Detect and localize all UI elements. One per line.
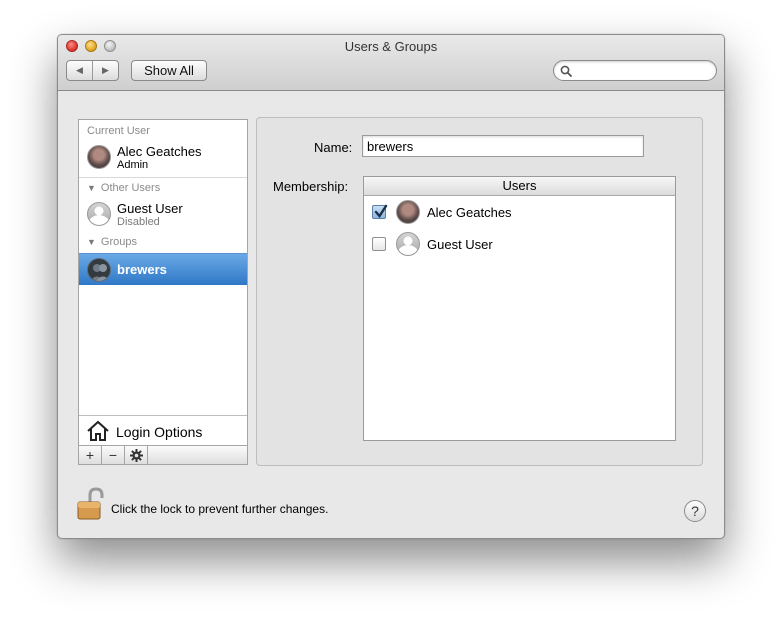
avatar bbox=[87, 145, 111, 169]
users-sidebar: Current User Alec Geatches Admin ▼ Other … bbox=[78, 119, 248, 465]
help-button[interactable]: ? bbox=[684, 500, 706, 522]
login-options-label: Login Options bbox=[116, 424, 203, 440]
avatar bbox=[87, 202, 111, 226]
divider bbox=[79, 177, 247, 178]
name-label: Name: bbox=[314, 140, 353, 155]
house-icon bbox=[87, 420, 109, 441]
group-name-input[interactable] bbox=[363, 136, 643, 156]
action-gear-button[interactable] bbox=[125, 446, 148, 464]
member-row: Alec Geatches bbox=[364, 197, 675, 227]
back-forward-control: ◀ ▶ bbox=[66, 60, 119, 81]
lock-message: Click the lock to prevent further change… bbox=[111, 502, 329, 516]
other-users-header[interactable]: ▼ Other Users bbox=[87, 182, 160, 194]
column-header-users[interactable]: Users bbox=[364, 177, 675, 196]
section-label: Groups bbox=[100, 236, 137, 248]
disclosure-triangle-icon[interactable]: ▼ bbox=[87, 237, 96, 247]
login-options-item[interactable]: Login Options bbox=[79, 415, 247, 445]
show-all-button[interactable]: Show All bbox=[131, 60, 207, 81]
checkmark-icon bbox=[374, 204, 388, 218]
membership-list: Users Alec Geatches Guest User bbox=[363, 176, 676, 441]
disclosure-triangle-icon[interactable]: ▼ bbox=[87, 183, 96, 193]
sidebar-item-guest-user[interactable]: Guest User Disabled bbox=[79, 198, 247, 230]
sidebar-item-group-brewers[interactable]: brewers bbox=[79, 253, 247, 285]
lock-button[interactable] bbox=[76, 487, 106, 521]
group-icon bbox=[87, 258, 111, 282]
sidebar-toolbar: + − bbox=[79, 445, 247, 464]
user-name: Alec Geatches bbox=[117, 144, 202, 159]
back-button[interactable]: ◀ bbox=[67, 61, 92, 80]
preferences-window: Users & Groups ◀ ▶ Show All Current User… bbox=[57, 34, 725, 539]
sidebar-item-current-user[interactable]: Alec Geatches Admin bbox=[79, 141, 247, 173]
membership-label: Membership: bbox=[273, 179, 349, 194]
unlocked-padlock-icon bbox=[77, 487, 104, 520]
title-bar: Users & Groups ◀ ▶ Show All bbox=[58, 35, 724, 91]
section-label: Other Users bbox=[100, 182, 161, 194]
groups-header[interactable]: ▼ Groups bbox=[87, 236, 137, 248]
gear-icon bbox=[129, 448, 143, 462]
member-checkbox[interactable] bbox=[372, 204, 388, 219]
user-status: Disabled bbox=[117, 216, 160, 228]
search-box[interactable] bbox=[553, 60, 717, 81]
forward-button[interactable]: ▶ bbox=[92, 61, 118, 80]
member-name: Guest User bbox=[427, 237, 493, 252]
avatar bbox=[396, 232, 420, 256]
member-row: Guest User bbox=[364, 229, 675, 259]
avatar bbox=[396, 200, 420, 224]
group-name: brewers bbox=[117, 262, 167, 277]
group-detail-panel: Name: Membership: Users Alec Geatches Gu… bbox=[256, 117, 703, 466]
member-checkbox[interactable] bbox=[372, 237, 386, 251]
search-input[interactable] bbox=[576, 63, 710, 78]
remove-button[interactable]: − bbox=[102, 446, 125, 464]
user-name: Guest User bbox=[117, 201, 183, 216]
add-button[interactable]: + bbox=[79, 446, 102, 464]
search-icon bbox=[560, 65, 572, 77]
group-name-field[interactable] bbox=[362, 135, 644, 157]
member-name: Alec Geatches bbox=[427, 205, 512, 220]
current-user-header: Current User bbox=[87, 125, 150, 137]
user-role: Admin bbox=[117, 159, 149, 171]
window-title: Users & Groups bbox=[344, 39, 438, 54]
